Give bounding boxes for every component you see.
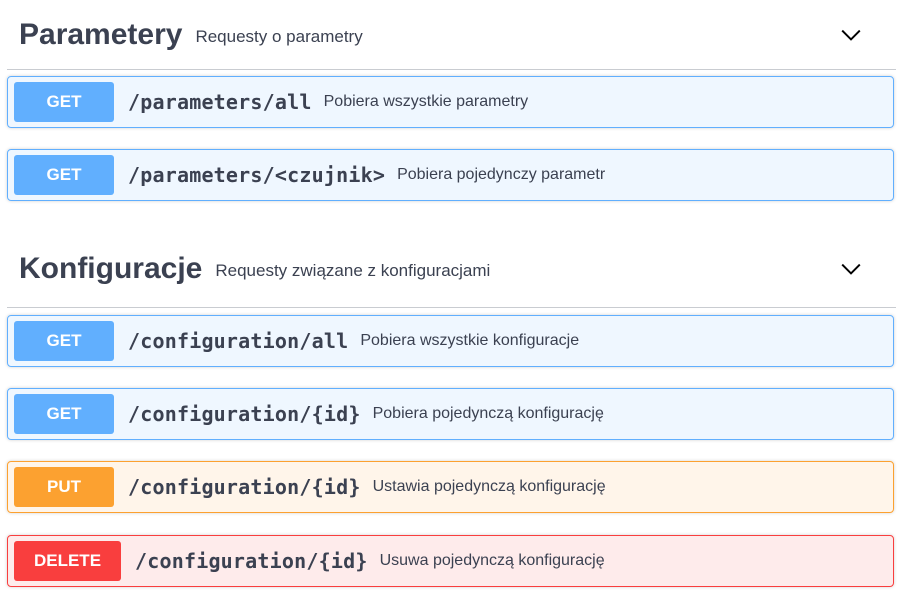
section-header-parametery[interactable]: Parametery Requesty o parametry [7, 0, 896, 70]
operation-put-configuration-id[interactable]: PUT /configuration/{id} Ustawia pojedync… [7, 461, 894, 513]
method-badge: GET [14, 82, 114, 122]
method-badge: GET [14, 321, 114, 361]
operation-path: /parameters/<czujnik> [128, 163, 386, 187]
operation-path: /configuration/{id} [135, 549, 368, 573]
method-badge: DELETE [14, 541, 121, 581]
operation-get-configuration-id[interactable]: GET /configuration/{id} Pobiera pojedync… [7, 388, 894, 440]
operation-get-parameters-all[interactable]: GET /parameters/all Pobiera wszystkie pa… [7, 76, 894, 128]
operation-path: /configuration/{id} [128, 475, 361, 499]
method-badge: PUT [14, 467, 114, 507]
operation-get-parameter-czujnik[interactable]: GET /parameters/<czujnik> Pobiera pojedy… [7, 149, 894, 201]
operation-path: /parameters/all [128, 90, 312, 114]
section-description: Requesty związane z konfiguracjami [215, 260, 491, 280]
operation-summary: Pobiera pojedynczy parametr [397, 166, 606, 183]
operation-path: /configuration/{id} [128, 402, 361, 426]
operation-summary: Pobiera pojedynczą konfigurację [372, 405, 604, 422]
section-title: Parametery [19, 17, 183, 51]
section-description: Requesty o parametry [195, 26, 363, 46]
operation-summary: Pobiera wszystkie parametry [323, 93, 529, 110]
chevron-down-icon[interactable] [840, 24, 862, 46]
chevron-down-icon[interactable] [840, 258, 862, 280]
method-badge: GET [14, 394, 114, 434]
operation-get-configuration-all[interactable]: GET /configuration/all Pobiera wszystkie… [7, 315, 894, 367]
section-header-konfiguracje[interactable]: Konfiguracje Requesty związane z konfigu… [7, 230, 896, 308]
operation-summary: Ustawia pojedynczą konfigurację [372, 478, 606, 495]
method-badge: GET [14, 155, 114, 195]
operation-summary: Pobiera wszystkie konfiguracje [360, 332, 580, 349]
operation-summary: Usuwa pojedynczą konfigurację [379, 552, 605, 569]
section-title: Konfiguracje [19, 251, 203, 285]
operation-path: /configuration/all [128, 329, 349, 353]
operation-delete-configuration-id[interactable]: DELETE /configuration/{id} Usuwa pojedyn… [7, 535, 894, 587]
